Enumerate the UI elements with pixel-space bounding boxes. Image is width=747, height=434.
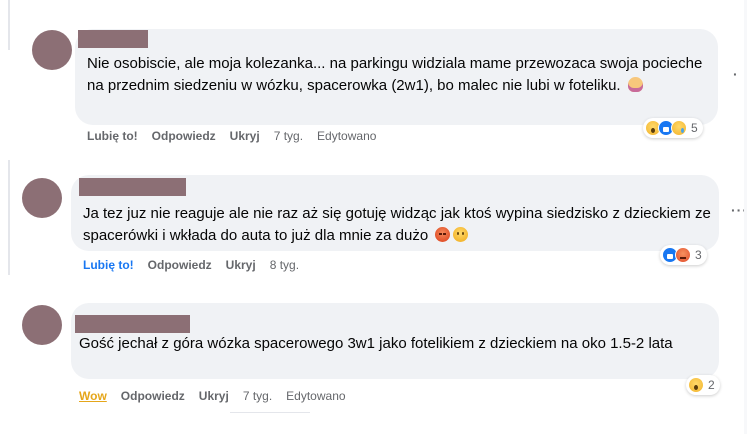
angry-reaction-icon xyxy=(675,247,691,263)
thread-line xyxy=(8,160,10,275)
comment-actions: Wow Odpowiedz Ukryj 7 tyg. Edytowano xyxy=(79,389,346,403)
wow-reaction-button[interactable]: Wow xyxy=(79,389,107,403)
like-button[interactable]: Lubię to! xyxy=(83,258,134,272)
sad-reaction-icon xyxy=(671,120,687,136)
avatar[interactable] xyxy=(22,178,62,218)
angry-emoji-icon xyxy=(435,227,451,242)
timestamp[interactable]: 7 tyg. xyxy=(274,129,303,143)
hide-button[interactable]: Ukryj xyxy=(226,258,256,272)
hide-button[interactable]: Ukryj xyxy=(199,389,229,403)
author-name-redacted[interactable] xyxy=(78,30,148,48)
like-button[interactable]: Lubię to! xyxy=(87,129,138,143)
timestamp[interactable]: 8 tyg. xyxy=(270,258,299,272)
comment-text: Nie osobiscie, ale moja kolezanka... na … xyxy=(87,55,703,94)
author-name-redacted[interactable] xyxy=(75,315,190,333)
timestamp[interactable]: 7 tyg. xyxy=(243,389,272,403)
avatar[interactable] xyxy=(22,305,62,345)
more-options-icon[interactable]: · xyxy=(733,66,739,82)
reaction-summary[interactable]: 5 xyxy=(643,118,703,138)
reaction-count: 2 xyxy=(708,378,715,392)
comment-actions: Lubię to! Odpowiedz Ukryj 8 tyg. xyxy=(83,258,299,272)
reaction-count: 3 xyxy=(695,248,702,262)
edited-label[interactable]: Edytowano xyxy=(317,129,376,143)
reply-button[interactable]: Odpowiedz xyxy=(121,389,185,403)
wow-reaction-icon xyxy=(688,377,704,393)
edited-label[interactable]: Edytowano xyxy=(286,389,345,403)
author-name-redacted[interactable] xyxy=(79,178,186,196)
comment-actions: Lubię to! Odpowiedz Ukryj 7 tyg. Edytowa… xyxy=(87,129,376,143)
reaction-count: 5 xyxy=(691,121,698,135)
reaction-summary[interactable]: 2 xyxy=(686,375,720,395)
reaction-summary[interactable]: 3 xyxy=(660,245,707,265)
hide-button[interactable]: Ukryj xyxy=(230,129,260,143)
reply-button[interactable]: Odpowiedz xyxy=(152,129,216,143)
comment-text: Ja tez juz nie reaguje ale nie raz aż si… xyxy=(83,205,711,244)
woman-gesturing-emoji-icon xyxy=(627,77,643,92)
thread-line xyxy=(8,0,10,50)
comment-text: Gość jechał z góra wózka spacerowego 3w1… xyxy=(79,335,673,352)
divider xyxy=(230,412,310,413)
smile-emoji-icon xyxy=(453,227,469,242)
avatar[interactable] xyxy=(32,30,72,70)
reply-button[interactable]: Odpowiedz xyxy=(148,258,212,272)
